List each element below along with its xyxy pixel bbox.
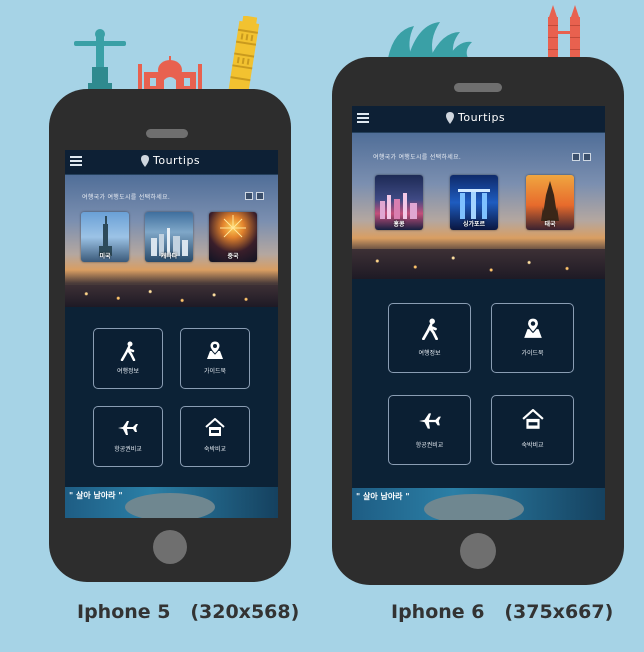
menu-tile-label: 여행정보 xyxy=(418,350,441,357)
hong-kong-night-photo xyxy=(380,193,417,219)
menu-tile-hotel-compare[interactable]: 숙박비교 xyxy=(491,395,574,465)
map-pin-icon xyxy=(523,317,542,338)
menu-grid: 여행정보 가이드북 항공권비교 숙박비교 xyxy=(65,307,278,487)
brand-name: Tourtips xyxy=(153,154,201,167)
menu-tile-travel-info[interactable]: 여행정보 xyxy=(93,328,163,389)
statue-of-liberty-photo xyxy=(99,216,112,256)
walking-person-icon xyxy=(421,318,438,340)
fireworks-photo xyxy=(220,215,246,238)
menu-tile-label: 숙박비교 xyxy=(521,442,544,449)
menu-tile-hotel-compare[interactable]: 숙박비교 xyxy=(180,406,250,467)
carousel-arrows xyxy=(245,192,264,200)
hamburger-menu-icon[interactable] xyxy=(70,156,82,166)
city-card-hongkong[interactable]: 홍콩 xyxy=(375,175,423,230)
iphone5-screen: Tourtips 여행국가 여행도시를 선택하세요. 미국 캐나다 중국 여행정… xyxy=(65,150,278,518)
iphone6-device: Tourtips 여행국가 여행도시를 선택하세요. 홍콩 싱가포르 태국 여행… xyxy=(332,57,624,585)
menu-tile-travel-info[interactable]: 여행정보 xyxy=(388,303,471,373)
airplane-icon xyxy=(118,421,138,435)
next-arrow-icon[interactable] xyxy=(256,192,264,200)
home-button[interactable] xyxy=(460,533,496,569)
hero-tagline: 여행국가 여행도시를 선택하세요. xyxy=(82,194,171,201)
prev-arrow-icon[interactable] xyxy=(245,192,253,200)
hero-tagline: 여행국가 여행도시를 선택하세요. xyxy=(373,154,462,161)
map-marker-icon xyxy=(141,154,149,167)
brand-logo[interactable]: Tourtips xyxy=(446,111,505,124)
hamburger-menu-icon[interactable] xyxy=(357,113,369,123)
walking-person-icon xyxy=(120,341,136,361)
menu-tile-guidebook[interactable]: 가이드북 xyxy=(180,328,250,389)
wat-arun-photo xyxy=(541,181,559,221)
brand-logo[interactable]: Tourtips xyxy=(141,154,200,167)
menu-tile-guidebook[interactable]: 가이드북 xyxy=(491,303,574,373)
city-card-usa[interactable]: 미국 xyxy=(81,212,129,262)
home-button[interactable] xyxy=(153,530,187,564)
map-marker-icon xyxy=(446,111,454,124)
map-pin-icon xyxy=(207,340,223,359)
hero-banner: 여행국가 여행도시를 선택하세요. 미국 캐나다 중국 xyxy=(65,175,278,307)
city-label: 홍콩 xyxy=(393,221,405,228)
hero-banner: 여행국가 여행도시를 선택하세요. 홍콩 싱가포르 태국 xyxy=(352,133,605,279)
brand-name: Tourtips xyxy=(458,111,506,124)
city-label: 싱가포르 xyxy=(462,221,486,228)
marina-bay-photo xyxy=(458,189,490,219)
speaker-grille xyxy=(146,129,188,138)
banner-title: " 살아 남아라 " xyxy=(69,490,123,500)
top-bar: Tourtips xyxy=(352,106,605,133)
menu-tile-flight-compare[interactable]: 항공권비교 xyxy=(93,406,163,467)
menu-tile-label: 숙박비교 xyxy=(203,446,227,453)
menu-tile-flight-compare[interactable]: 항공권비교 xyxy=(388,395,471,465)
carousel-arrows xyxy=(572,153,591,161)
whale-image xyxy=(424,494,524,520)
whale-image xyxy=(125,493,215,518)
city-label: 캐나다 xyxy=(160,253,178,260)
hotel-icon xyxy=(205,418,225,436)
airplane-icon xyxy=(418,413,441,429)
taj-mahal-icon xyxy=(138,56,202,91)
ad-banner[interactable]: " 살아 남아라 " xyxy=(352,488,605,520)
menu-tile-label: 가이드북 xyxy=(203,368,227,375)
caption-iphone5: Iphone 5 (320x568) xyxy=(77,601,300,623)
menu-tile-label: 가이드북 xyxy=(521,350,544,357)
menu-tile-label: 항공권비교 xyxy=(415,442,444,449)
city-lights xyxy=(65,285,278,307)
city-label: 미국 xyxy=(99,253,111,260)
iphone5-device: Tourtips 여행국가 여행도시를 선택하세요. 미국 캐나다 중국 여행정… xyxy=(49,89,291,582)
city-lights xyxy=(352,249,605,279)
city-card-canada[interactable]: 캐나다 xyxy=(145,212,193,262)
city-label: 중국 xyxy=(227,253,239,260)
sydney-opera-house-icon xyxy=(388,22,472,58)
hotel-icon xyxy=(521,409,544,429)
leaning-tower-icon xyxy=(228,16,260,92)
ad-banner[interactable]: " 살아 남아라 " xyxy=(65,487,278,518)
menu-tile-label: 항공권비교 xyxy=(114,446,142,453)
city-card-china[interactable]: 중국 xyxy=(209,212,257,262)
speaker-grille xyxy=(454,83,502,92)
christ-redeemer-icon xyxy=(74,29,126,91)
banner-title: " 살아 남아라 " xyxy=(356,491,410,501)
city-label: 태국 xyxy=(544,221,556,228)
prev-arrow-icon[interactable] xyxy=(572,153,580,161)
next-arrow-icon[interactable] xyxy=(583,153,591,161)
menu-tile-label: 여행정보 xyxy=(116,368,140,375)
menu-grid: 여행정보 가이드북 항공권비교 숙박비교 xyxy=(352,279,605,484)
city-card-thailand[interactable]: 태국 xyxy=(526,175,574,230)
petronas-towers-icon xyxy=(548,5,580,58)
top-bar: Tourtips xyxy=(65,150,278,175)
caption-iphone6: Iphone 6 (375x667) xyxy=(391,601,614,623)
iphone6-screen: Tourtips 여행국가 여행도시를 선택하세요. 홍콩 싱가포르 태국 여행… xyxy=(352,106,605,520)
city-card-singapore[interactable]: 싱가포르 xyxy=(450,175,498,230)
